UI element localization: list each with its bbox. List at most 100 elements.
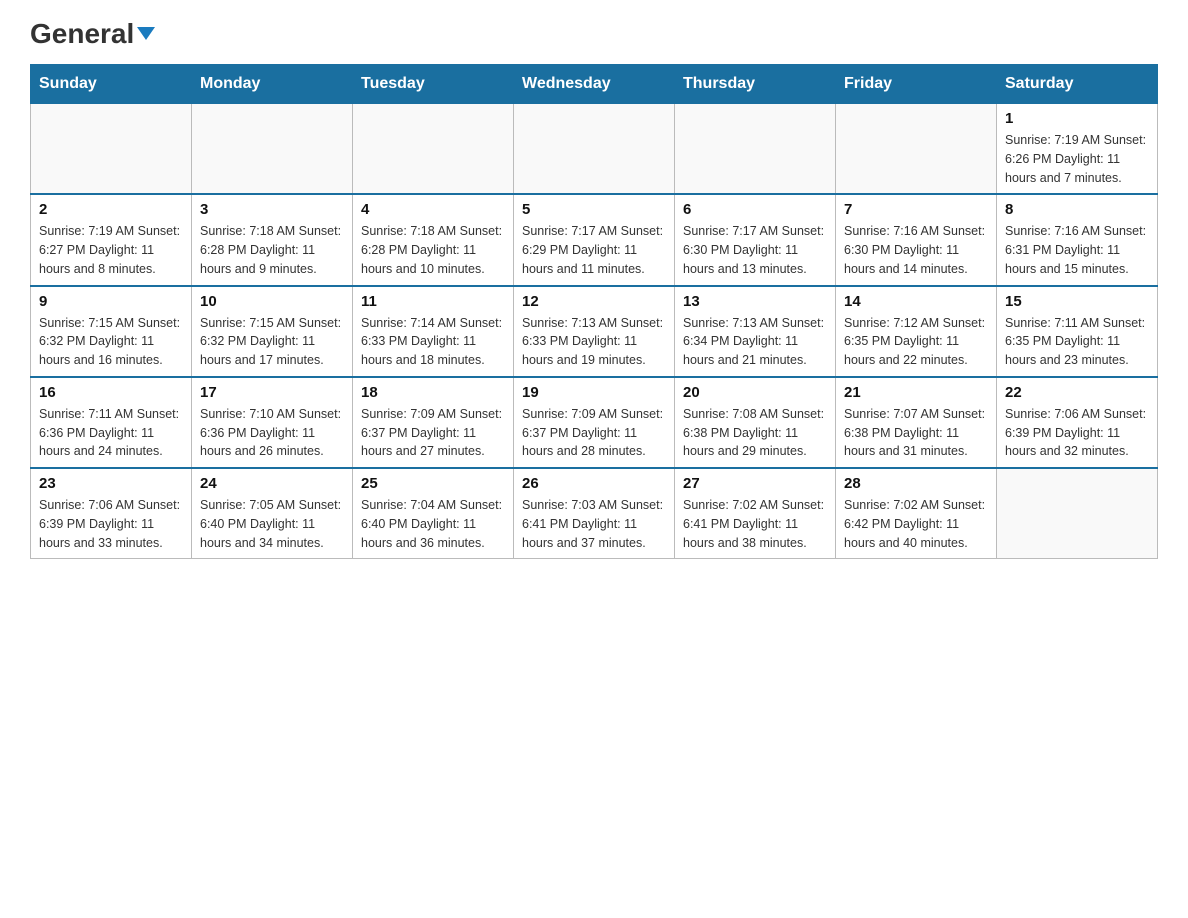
day-number: 9 [39, 293, 183, 310]
day-number: 5 [522, 201, 666, 218]
calendar-cell: 19Sunrise: 7:09 AM Sunset: 6:37 PM Dayli… [514, 377, 675, 468]
day-number: 28 [844, 475, 988, 492]
calendar-cell: 9 Sunrise: 7:15 AM Sunset: 6:32 PM Daylig… [31, 286, 192, 377]
day-number: 1 [1005, 110, 1149, 127]
calendar-week-row: 16 Sunrise: 7:11 AM Sunset: 6:36 PM Dayli… [31, 377, 1158, 468]
day-number: 16 [39, 384, 183, 401]
calendar-cell: 3 Sunrise: 7:18 AM Sunset: 6:28 PM Daylig… [192, 194, 353, 285]
calendar-week-row: 23Sunrise: 7:06 AM Sunset: 6:39 PM Dayli… [31, 468, 1158, 559]
calendar-cell: 22Sunrise: 7:06 AM Sunset: 6:39 PM Dayli… [997, 377, 1158, 468]
day-info: Sunrise: 7:11 AM Sunset: 6:36 PM Dayligh… [39, 405, 183, 461]
calendar-cell: 20 Sunrise: 7:08 AM Sunset: 6:38 PM Dayli… [675, 377, 836, 468]
calendar-week-row: 2 Sunrise: 7:19 AM Sunset: 6:27 PM Daylig… [31, 194, 1158, 285]
calendar-cell: 1 Sunrise: 7:19 AM Sunset: 6:26 PM Daylig… [997, 104, 1158, 195]
day-info: Sunrise: 7:02 AM Sunset: 6:42 PM Dayligh… [844, 496, 988, 552]
calendar-cell: 17 Sunrise: 7:10 AM Sunset: 6:36 PM Dayli… [192, 377, 353, 468]
calendar-cell [997, 468, 1158, 559]
day-of-week-header: Friday [836, 65, 997, 104]
calendar-cell: 5 Sunrise: 7:17 AM Sunset: 6:29 PM Daylig… [514, 194, 675, 285]
logo: General [30, 20, 155, 44]
calendar-cell: 25 Sunrise: 7:04 AM Sunset: 6:40 PM Dayli… [353, 468, 514, 559]
calendar-cell [192, 104, 353, 195]
day-info: Sunrise: 7:10 AM Sunset: 6:36 PM Dayligh… [200, 405, 344, 461]
day-number: 25 [361, 475, 505, 492]
day-info: Sunrise: 7:18 AM Sunset: 6:28 PM Dayligh… [200, 222, 344, 278]
day-of-week-header: Saturday [997, 65, 1158, 104]
day-number: 20 [683, 384, 827, 401]
calendar-cell: 24 Sunrise: 7:05 AM Sunset: 6:40 PM Dayli… [192, 468, 353, 559]
calendar-cell: 4 Sunrise: 7:18 AM Sunset: 6:28 PM Daylig… [353, 194, 514, 285]
calendar-cell: 6 Sunrise: 7:17 AM Sunset: 6:30 PM Daylig… [675, 194, 836, 285]
calendar-cell [675, 104, 836, 195]
day-info: Sunrise: 7:02 AM Sunset: 6:41 PM Dayligh… [683, 496, 827, 552]
calendar-cell: 18 Sunrise: 7:09 AM Sunset: 6:37 PM Dayli… [353, 377, 514, 468]
day-number: 7 [844, 201, 988, 218]
calendar-cell: 7 Sunrise: 7:16 AM Sunset: 6:30 PM Daylig… [836, 194, 997, 285]
calendar-cell: 14 Sunrise: 7:12 AM Sunset: 6:35 PM Dayli… [836, 286, 997, 377]
calendar-cell: 12 Sunrise: 7:13 AM Sunset: 6:33 PM Dayli… [514, 286, 675, 377]
calendar-week-row: 1 Sunrise: 7:19 AM Sunset: 6:26 PM Daylig… [31, 104, 1158, 195]
calendar-cell: 10Sunrise: 7:15 AM Sunset: 6:32 PM Dayli… [192, 286, 353, 377]
day-of-week-header: Monday [192, 65, 353, 104]
calendar-cell [836, 104, 997, 195]
logo-general: General [30, 20, 155, 48]
calendar-cell: 8 Sunrise: 7:16 AM Sunset: 6:31 PM Daylig… [997, 194, 1158, 285]
day-info: Sunrise: 7:12 AM Sunset: 6:35 PM Dayligh… [844, 314, 988, 370]
day-of-week-header: Thursday [675, 65, 836, 104]
day-info: Sunrise: 7:15 AM Sunset: 6:32 PM Dayligh… [200, 314, 344, 370]
calendar-header-row: SundayMondayTuesdayWednesdayThursdayFrid… [31, 65, 1158, 104]
calendar-cell: 2 Sunrise: 7:19 AM Sunset: 6:27 PM Daylig… [31, 194, 192, 285]
day-number: 24 [200, 475, 344, 492]
day-info: Sunrise: 7:09 AM Sunset: 6:37 PM Dayligh… [522, 405, 666, 461]
day-info: Sunrise: 7:16 AM Sunset: 6:30 PM Dayligh… [844, 222, 988, 278]
day-number: 3 [200, 201, 344, 218]
day-info: Sunrise: 7:19 AM Sunset: 6:26 PM Dayligh… [1005, 131, 1149, 187]
day-info: Sunrise: 7:16 AM Sunset: 6:31 PM Dayligh… [1005, 222, 1149, 278]
calendar-cell: 28 Sunrise: 7:02 AM Sunset: 6:42 PM Dayli… [836, 468, 997, 559]
calendar-cell: 11 Sunrise: 7:14 AM Sunset: 6:33 PM Dayli… [353, 286, 514, 377]
day-info: Sunrise: 7:08 AM Sunset: 6:38 PM Dayligh… [683, 405, 827, 461]
day-number: 13 [683, 293, 827, 310]
day-info: Sunrise: 7:18 AM Sunset: 6:28 PM Dayligh… [361, 222, 505, 278]
day-number: 12 [522, 293, 666, 310]
day-info: Sunrise: 7:17 AM Sunset: 6:29 PM Dayligh… [522, 222, 666, 278]
day-info: Sunrise: 7:17 AM Sunset: 6:30 PM Dayligh… [683, 222, 827, 278]
day-of-week-header: Tuesday [353, 65, 514, 104]
calendar-cell [353, 104, 514, 195]
day-number: 18 [361, 384, 505, 401]
day-info: Sunrise: 7:15 AM Sunset: 6:32 PM Dayligh… [39, 314, 183, 370]
calendar-cell: 16 Sunrise: 7:11 AM Sunset: 6:36 PM Dayli… [31, 377, 192, 468]
calendar-table: SundayMondayTuesdayWednesdayThursdayFrid… [30, 64, 1158, 559]
calendar-cell: 13Sunrise: 7:13 AM Sunset: 6:34 PM Dayli… [675, 286, 836, 377]
day-info: Sunrise: 7:19 AM Sunset: 6:27 PM Dayligh… [39, 222, 183, 278]
calendar-cell: 23Sunrise: 7:06 AM Sunset: 6:39 PM Dayli… [31, 468, 192, 559]
day-info: Sunrise: 7:06 AM Sunset: 6:39 PM Dayligh… [39, 496, 183, 552]
day-info: Sunrise: 7:07 AM Sunset: 6:38 PM Dayligh… [844, 405, 988, 461]
calendar-week-row: 9 Sunrise: 7:15 AM Sunset: 6:32 PM Daylig… [31, 286, 1158, 377]
day-number: 11 [361, 293, 505, 310]
calendar-cell [514, 104, 675, 195]
day-number: 15 [1005, 293, 1149, 310]
day-number: 17 [200, 384, 344, 401]
day-of-week-header: Sunday [31, 65, 192, 104]
day-info: Sunrise: 7:04 AM Sunset: 6:40 PM Dayligh… [361, 496, 505, 552]
day-info: Sunrise: 7:09 AM Sunset: 6:37 PM Dayligh… [361, 405, 505, 461]
day-number: 8 [1005, 201, 1149, 218]
day-info: Sunrise: 7:06 AM Sunset: 6:39 PM Dayligh… [1005, 405, 1149, 461]
day-info: Sunrise: 7:11 AM Sunset: 6:35 PM Dayligh… [1005, 314, 1149, 370]
day-info: Sunrise: 7:14 AM Sunset: 6:33 PM Dayligh… [361, 314, 505, 370]
day-number: 21 [844, 384, 988, 401]
day-number: 4 [361, 201, 505, 218]
calendar-cell: 15 Sunrise: 7:11 AM Sunset: 6:35 PM Dayli… [997, 286, 1158, 377]
day-info: Sunrise: 7:05 AM Sunset: 6:40 PM Dayligh… [200, 496, 344, 552]
calendar-cell: 26Sunrise: 7:03 AM Sunset: 6:41 PM Dayli… [514, 468, 675, 559]
day-of-week-header: Wednesday [514, 65, 675, 104]
day-info: Sunrise: 7:13 AM Sunset: 6:33 PM Dayligh… [522, 314, 666, 370]
calendar-cell: 21 Sunrise: 7:07 AM Sunset: 6:38 PM Dayli… [836, 377, 997, 468]
day-number: 6 [683, 201, 827, 218]
day-number: 14 [844, 293, 988, 310]
calendar-cell: 27Sunrise: 7:02 AM Sunset: 6:41 PM Dayli… [675, 468, 836, 559]
page-header: General [30, 20, 1158, 44]
day-number: 2 [39, 201, 183, 218]
day-info: Sunrise: 7:03 AM Sunset: 6:41 PM Dayligh… [522, 496, 666, 552]
